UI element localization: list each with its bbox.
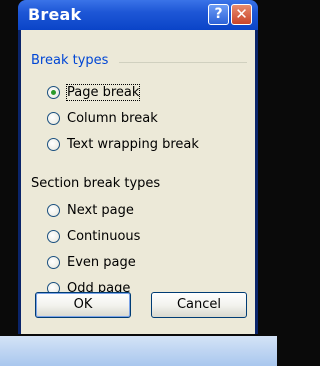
radio-page-break[interactable]: Page break: [47, 82, 141, 102]
group-divider: [119, 62, 247, 63]
break-dialog: Break ? ✕ Break types Page break Column …: [18, 0, 258, 334]
radio-icon[interactable]: [47, 229, 60, 243]
cancel-button[interactable]: Cancel: [151, 292, 247, 318]
break-types-label: Break types: [31, 53, 109, 68]
radio-label: Next page: [67, 202, 134, 218]
dialog-body: Break types Page break Column break Text…: [21, 30, 255, 334]
close-button[interactable]: ✕: [231, 4, 252, 25]
radio-next-page[interactable]: Next page: [47, 200, 134, 220]
radio-icon[interactable]: [47, 111, 60, 125]
ok-button[interactable]: OK: [35, 292, 131, 318]
radio-label: Page break: [65, 83, 141, 101]
help-icon: ?: [214, 6, 223, 22]
radio-text-wrapping-break[interactable]: Text wrapping break: [47, 134, 199, 154]
title-bar[interactable]: Break ? ✕: [18, 0, 258, 30]
radio-label: Continuous: [67, 228, 141, 244]
section-break-types-label: Section break types: [31, 176, 161, 191]
desktop-background: [0, 336, 277, 366]
radio-icon[interactable]: [47, 203, 60, 217]
dialog-title: Break: [28, 5, 82, 24]
radio-icon[interactable]: [47, 137, 60, 151]
radio-label: Column break: [67, 110, 158, 126]
radio-continuous[interactable]: Continuous: [47, 226, 140, 246]
close-icon: ✕: [235, 5, 248, 23]
radio-checked-icon[interactable]: [47, 85, 60, 99]
radio-column-break[interactable]: Column break: [47, 108, 158, 128]
help-button[interactable]: ?: [208, 4, 229, 25]
radio-icon[interactable]: [47, 255, 60, 269]
radio-label: Even page: [67, 254, 136, 270]
radio-even-page[interactable]: Even page: [47, 252, 136, 272]
radio-label: Text wrapping break: [67, 136, 199, 152]
